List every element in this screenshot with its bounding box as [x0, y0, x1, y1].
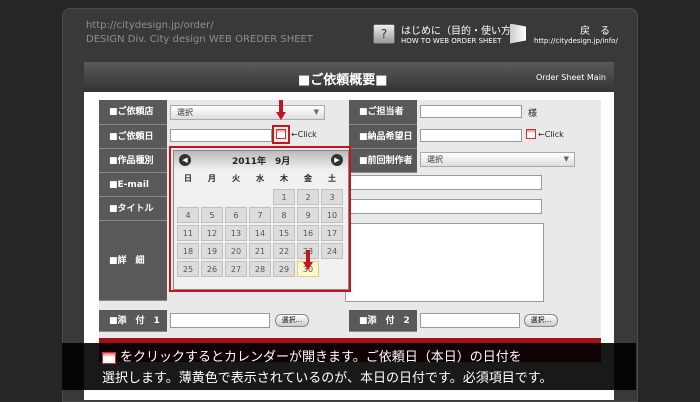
- contact-label: ■ご担当者: [349, 100, 417, 125]
- calendar-day[interactable]: 6: [225, 207, 247, 223]
- calendar-day[interactable]: 9: [297, 207, 319, 223]
- calendar-day[interactable]: 21: [249, 243, 271, 259]
- sheet-title-bar: ■ご依頼概要■ Order Sheet Main: [84, 62, 614, 92]
- attach2-input[interactable]: [420, 313, 520, 328]
- weekday-header: 土: [328, 174, 336, 183]
- calendar-empty-cell: [321, 261, 343, 277]
- attach1-label: ■添 付 1: [99, 310, 167, 332]
- chevron-down-icon: ▼: [313, 108, 319, 116]
- door-icon: [510, 23, 526, 44]
- calendar-title: 2011年 9月: [232, 157, 291, 167]
- store-select-value: 選択: [177, 108, 193, 117]
- back-button[interactable]: 戻 る http://citydesign.jp/info/: [510, 22, 618, 45]
- calendar-day[interactable]: 19: [201, 243, 223, 259]
- calendar-day[interactable]: 18: [177, 243, 199, 259]
- calendar-empty-cell: [201, 189, 223, 205]
- calendar-day[interactable]: 17: [321, 225, 343, 241]
- weekday-header: 水: [256, 174, 264, 183]
- prev-select-value: 選択: [427, 155, 443, 164]
- calendar-popup: ◀ 2011年 9月 ▶ 日月火水木金土 1 2 3 4 5 6 7 8 9 10 11 12 13 14 1…: [173, 150, 349, 290]
- weekday-header: 金: [304, 174, 312, 183]
- calendar-day[interactable]: 20: [225, 243, 247, 259]
- calendar-day[interactable]: 22: [273, 243, 295, 259]
- calendar-header: ◀ 2011年 9月 ▶: [174, 151, 348, 169]
- calendar-day[interactable]: 15: [273, 225, 295, 241]
- pointer-arrow-stem: [279, 100, 283, 112]
- calendar-day[interactable]: 29: [273, 261, 295, 277]
- date-input[interactable]: [170, 129, 272, 142]
- calendar-day[interactable]: 3: [321, 189, 343, 205]
- today-arrow-stem: [306, 250, 310, 262]
- how-to-sub: HOW TO WEB ORDER SHEET: [401, 37, 502, 45]
- store-label: ■ご依頼店: [99, 100, 167, 125]
- weekday-header: 月: [208, 174, 216, 183]
- calendar-day[interactable]: 14: [249, 225, 271, 241]
- prev-month-icon[interactable]: ◀: [179, 154, 191, 166]
- date-label: ■ご依頼日: [99, 125, 167, 149]
- calendar-empty-cell: [249, 189, 271, 205]
- caption-line-1: をクリックするとカレンダーが開きます。ご依頼日（本日）の日付を: [120, 350, 522, 365]
- calendar-day[interactable]: 24: [321, 243, 343, 259]
- deadline-label: ■納品希望日: [349, 125, 417, 149]
- attach2-label: ■添 付 2: [349, 310, 417, 332]
- date-click-hint: ←Click: [291, 130, 317, 139]
- calendar-day[interactable]: 4: [177, 207, 199, 223]
- back-url: http://citydesign.jp/info/: [534, 37, 618, 45]
- calendar-day[interactable]: 10: [321, 207, 343, 223]
- calendar-day[interactable]: 13: [225, 225, 247, 241]
- calendar-grid: 日月火水木金土 1 2 3 4 5 6 7 8 9 10 11 12 13 14 15 16 17 18 19 20 21…: [177, 171, 343, 277]
- attach2-select-button[interactable]: 選択...: [524, 314, 558, 327]
- weekday-header: 日: [184, 174, 192, 183]
- detail-textarea[interactable]: [345, 223, 544, 302]
- pointer-arrow-icon: [276, 112, 286, 120]
- prev-select[interactable]: 選択 ▼: [420, 152, 575, 167]
- calendar-icon: [102, 351, 116, 364]
- chevron-down-icon: ▼: [563, 155, 569, 163]
- calendar-day[interactable]: 2: [297, 189, 319, 205]
- contact-suffix: 様: [528, 109, 538, 119]
- deadline-input[interactable]: [420, 129, 522, 142]
- attach1-input[interactable]: [170, 313, 270, 328]
- type-label: ■作品種別: [99, 149, 167, 173]
- sheet-right-label: Order Sheet Main: [535, 73, 606, 82]
- calendar-day[interactable]: 11: [177, 225, 199, 241]
- title-input[interactable]: [345, 199, 542, 214]
- calendar-day[interactable]: 28: [249, 261, 271, 277]
- calendar-empty-cell: [177, 189, 199, 205]
- calendar-icon[interactable]: [526, 129, 536, 139]
- weekday-header: 木: [280, 174, 288, 183]
- email-label: ■E-mail: [99, 173, 167, 197]
- attach1-select-button[interactable]: 選択...: [275, 314, 309, 327]
- caption-line-2: 選択します。薄黄色で表示されているのが、本日の日付です。必須項目です。: [102, 371, 553, 386]
- calendar-day[interactable]: 8: [273, 207, 295, 223]
- detail-label: ■詳 細: [99, 221, 167, 301]
- weekday-header: 火: [232, 174, 240, 183]
- next-month-icon[interactable]: ▶: [331, 154, 343, 166]
- today-arrow-icon: [303, 262, 313, 270]
- back-title: 戻 る: [580, 26, 610, 37]
- contact-input[interactable]: [420, 105, 522, 118]
- store-select[interactable]: 選択 ▼: [170, 105, 325, 120]
- calendar-day[interactable]: 7: [249, 207, 271, 223]
- caption-overlay: をクリックするとカレンダーが開きます。ご依頼日（本日）の日付を 選択します。薄黄…: [62, 343, 636, 390]
- calendar-day[interactable]: 16: [297, 225, 319, 241]
- calendar-day[interactable]: 26: [201, 261, 223, 277]
- title-label: ■タイトル: [99, 197, 167, 221]
- how-to-button[interactable]: ? はじめに（目的・使い方） HOW TO WEB ORDER SHEET: [373, 22, 521, 45]
- prev-label: ■前回制作者: [349, 149, 417, 173]
- calendar-day[interactable]: 27: [225, 261, 247, 277]
- site-subtitle: DESIGN Div. City design WEB OREDER SHEET: [86, 34, 313, 45]
- help-icon: ?: [373, 23, 395, 44]
- sheet-title: ■ご依頼概要■: [298, 73, 388, 88]
- calendar-icon[interactable]: [276, 129, 286, 139]
- calendar-day[interactable]: 12: [201, 225, 223, 241]
- calendar-day[interactable]: 5: [201, 207, 223, 223]
- how-to-title: はじめに（目的・使い方）: [401, 26, 521, 37]
- email-input[interactable]: [345, 175, 542, 190]
- calendar-empty-cell: [225, 189, 247, 205]
- site-url[interactable]: http://citydesign.jp/order/: [86, 20, 214, 31]
- calendar-day[interactable]: 25: [177, 261, 199, 277]
- deadline-click-hint: ←Click: [538, 130, 564, 139]
- calendar-day[interactable]: 1: [273, 189, 295, 205]
